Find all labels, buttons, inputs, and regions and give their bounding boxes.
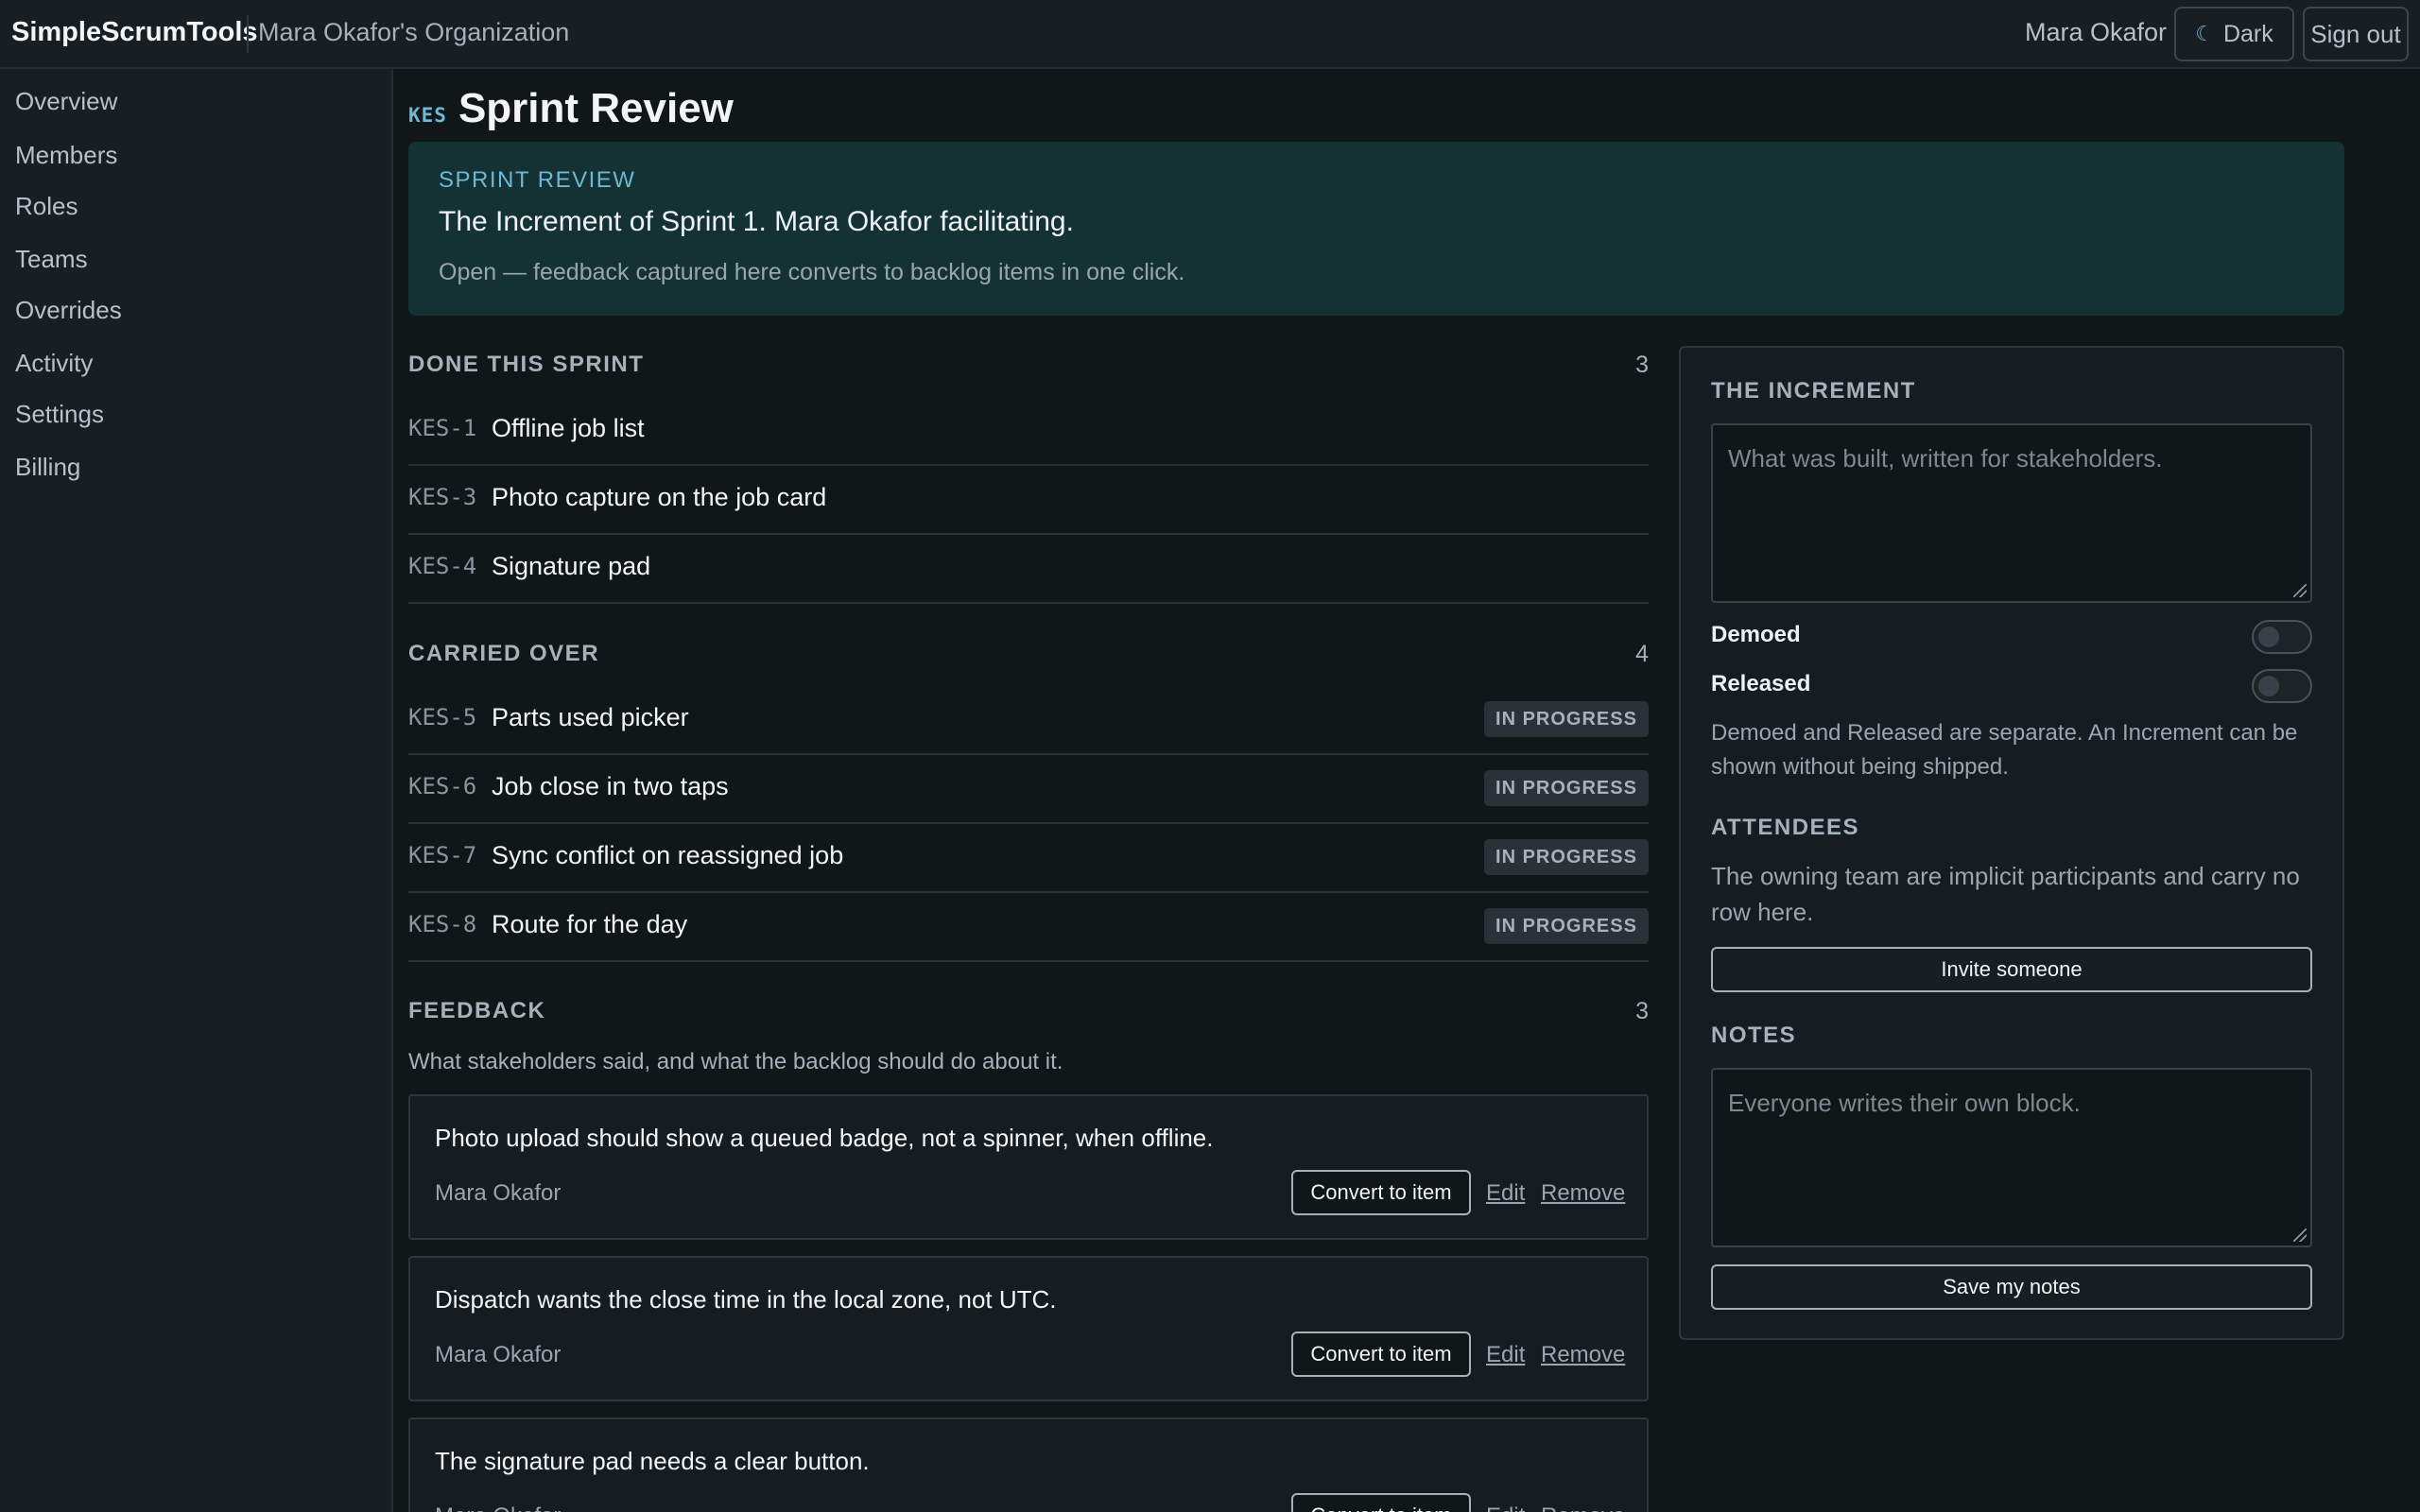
edit-link[interactable]: Edit	[1486, 1180, 1525, 1207]
status-badge: IN PROGRESS	[1484, 908, 1649, 944]
attendees-note: The owning team are implicit participant…	[1711, 862, 2300, 926]
released-label: Released	[1711, 671, 1811, 696]
item-title: Job close in two taps	[492, 772, 729, 800]
status-badge: IN PROGRESS	[1484, 770, 1649, 806]
feedback-section-heading: FEEDBACK	[408, 998, 546, 1023]
item-title: Offline job list	[492, 414, 645, 442]
sidebar: Overview Members Roles Teams Overrides A…	[0, 69, 393, 1512]
review-side-panel: THE INCREMENT What was built, written fo…	[1679, 346, 2344, 1340]
sidebar-item-teams[interactable]: Teams	[15, 240, 88, 278]
done-count: 3	[1635, 352, 1649, 378]
banner-title: The Increment of Sprint 1. Mara Okafor f…	[439, 206, 1074, 237]
feedback-card: Dispatch wants the close time in the loc…	[408, 1256, 1649, 1401]
done-section-heading: DONE THIS SPRINT	[408, 352, 645, 377]
item-title: Photo capture on the job card	[492, 483, 827, 511]
demoed-label: Demoed	[1711, 622, 1801, 647]
sidebar-item-overrides[interactable]: Overrides	[15, 291, 122, 329]
item-key: KES-1	[408, 415, 477, 441]
item-title: Sync conflict on reassigned job	[492, 841, 844, 869]
increment-placeholder: What was built, written for stakeholders…	[1728, 444, 2163, 472]
edit-link[interactable]: Edit	[1486, 1503, 1525, 1512]
feedback-text: Dispatch wants the close time in the loc…	[435, 1285, 1057, 1314]
carried-count: 4	[1635, 641, 1649, 667]
item-key: KES-8	[408, 911, 477, 937]
sidebar-item-overview[interactable]: Overview	[15, 82, 117, 120]
feedback-author: Mara Okafor	[435, 1342, 562, 1367]
item-key: KES-7	[408, 842, 477, 868]
sidebar-item-roles[interactable]: Roles	[15, 187, 78, 225]
feedback-text: Photo upload should show a queued badge,…	[435, 1124, 1214, 1152]
status-badge: IN PROGRESS	[1484, 701, 1649, 737]
feedback-card: Photo upload should show a queued badge,…	[408, 1094, 1649, 1240]
page-title: Sprint Review	[458, 85, 734, 131]
toggle-knob	[2258, 676, 2279, 696]
sidebar-item-settings[interactable]: Settings	[15, 395, 104, 433]
sprint-review-banner: SPRINT REVIEW The Increment of Sprint 1.…	[408, 142, 2344, 316]
sidebar-item-members[interactable]: Members	[15, 136, 117, 174]
brand-logo[interactable]: SimpleScrumTools	[11, 17, 258, 48]
carried-item-row[interactable]: KES-7 Sync conflict on reassigned job IN…	[408, 824, 1649, 893]
done-item-row[interactable]: KES-3 Photo capture on the job card	[408, 466, 1649, 535]
edit-link[interactable]: Edit	[1486, 1342, 1525, 1368]
item-title: Route for the day	[492, 910, 688, 938]
divider	[247, 15, 249, 53]
theme-label: Dark	[2222, 20, 2273, 47]
remove-link[interactable]: Remove	[1541, 1342, 1625, 1368]
resize-grip-icon[interactable]	[2293, 584, 2307, 597]
done-item-row[interactable]: KES-4 Signature pad	[408, 535, 1649, 604]
sidebar-item-billing[interactable]: Billing	[15, 448, 80, 486]
feedback-count: 3	[1635, 998, 1649, 1024]
sidebar-item-activity[interactable]: Activity	[15, 344, 93, 382]
feedback-author: Mara Okafor	[435, 1503, 561, 1512]
sign-out-button[interactable]: Sign out	[2303, 7, 2409, 61]
demoed-toggle[interactable]	[2252, 620, 2312, 654]
attendees-heading: ATTENDEES	[1711, 815, 1860, 840]
convert-to-item-button[interactable]: Convert to item	[1291, 1493, 1471, 1512]
item-key: KES-6	[408, 773, 477, 799]
feedback-text: The signature pad needs a clear button.	[435, 1447, 870, 1475]
carried-item-row[interactable]: KES-8 Route for the day IN PROGRESS	[408, 893, 1649, 962]
project-key: KES	[408, 104, 447, 127]
banner-eyebrow: SPRINT REVIEW	[439, 167, 636, 193]
resize-grip-icon[interactable]	[2293, 1228, 2307, 1242]
feedback-card: The signature pad needs a clear button. …	[408, 1418, 1649, 1512]
remove-link[interactable]: Remove	[1541, 1180, 1625, 1207]
save-notes-button[interactable]: Save my notes	[1711, 1264, 2312, 1310]
item-key: KES-3	[408, 484, 477, 510]
increment-textarea[interactable]: What was built, written for stakeholders…	[1711, 423, 2312, 603]
feedback-description: What stakeholders said, and what the bac…	[408, 1049, 1063, 1074]
item-title: Parts used picker	[492, 703, 689, 731]
status-badge: IN PROGRESS	[1484, 839, 1649, 875]
invite-someone-button[interactable]: Invite someone	[1711, 947, 2312, 992]
banner-subtitle: Open — feedback captured here converts t…	[439, 259, 1185, 285]
remove-link[interactable]: Remove	[1541, 1503, 1625, 1512]
carried-item-row[interactable]: KES-5 Parts used picker IN PROGRESS	[408, 686, 1649, 755]
done-item-row[interactable]: KES-1 Offline job list	[408, 397, 1649, 466]
item-key: KES-4	[408, 553, 477, 579]
item-key: KES-5	[408, 704, 477, 730]
increment-heading: THE INCREMENT	[1711, 378, 1916, 404]
convert-to-item-button[interactable]: Convert to item	[1291, 1170, 1471, 1215]
page-header: KES Sprint Review	[408, 85, 734, 138]
organization-name: Mara Okafor's Organization	[258, 18, 570, 46]
moon-icon: ☾	[2195, 22, 2214, 45]
carried-section-heading: CARRIED OVER	[408, 641, 600, 666]
toggle-knob	[2258, 627, 2279, 647]
notes-heading: NOTES	[1711, 1022, 1797, 1048]
feedback-author: Mara Okafor	[435, 1180, 562, 1206]
convert-to-item-button[interactable]: Convert to item	[1291, 1332, 1471, 1377]
user-name: Mara Okafor	[2024, 18, 2167, 46]
carried-item-row[interactable]: KES-6 Job close in two taps IN PROGRESS	[408, 755, 1649, 824]
increment-note: Demoed and Released are separate. An Inc…	[1711, 720, 2298, 780]
released-toggle[interactable]	[2252, 669, 2312, 703]
item-title: Signature pad	[492, 552, 651, 580]
theme-toggle-button[interactable]: ☾ Dark	[2174, 7, 2294, 61]
notes-placeholder: Everyone writes their own block.	[1728, 1089, 2081, 1117]
notes-textarea[interactable]: Everyone writes their own block.	[1711, 1068, 2312, 1247]
top-bar: SimpleScrumTools Mara Okafor's Organizat…	[0, 0, 2420, 69]
